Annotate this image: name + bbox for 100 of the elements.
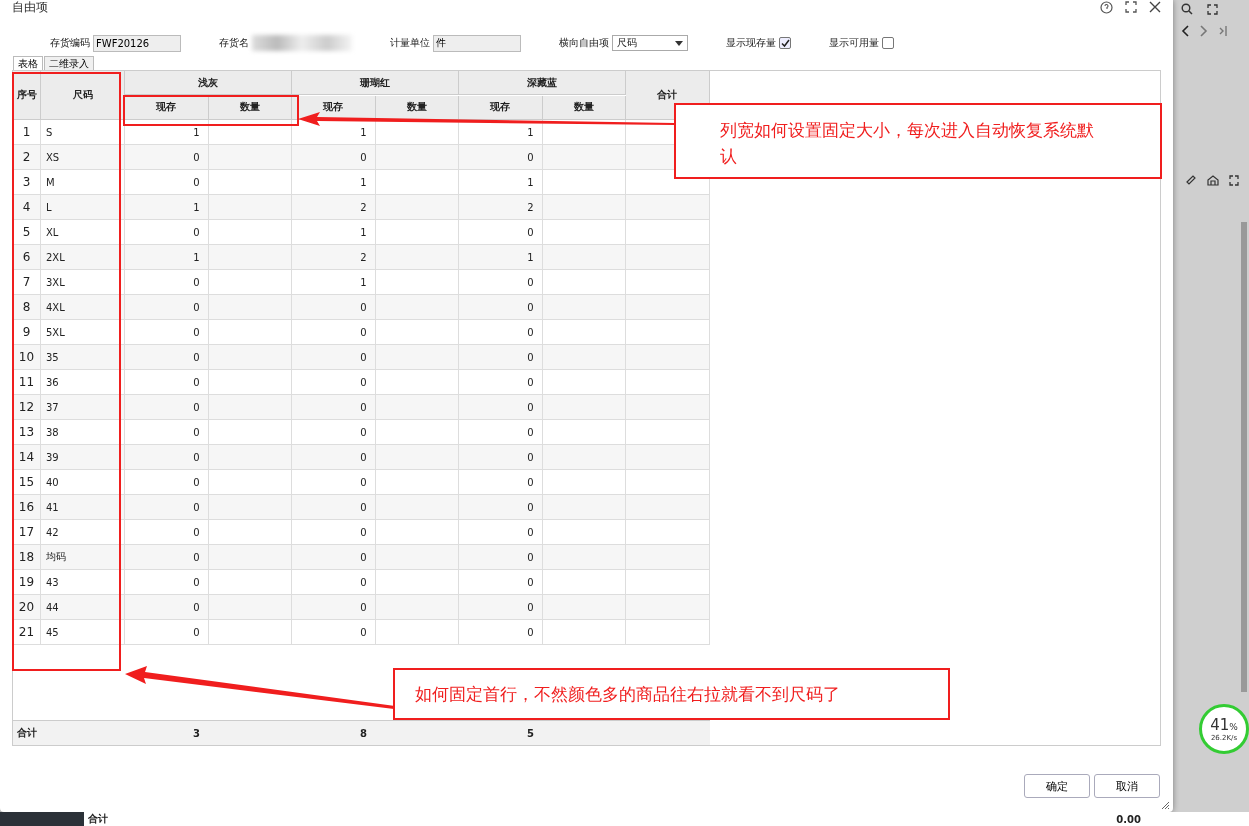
table-cell: XS bbox=[41, 145, 125, 170]
table-cell: 0 bbox=[125, 345, 209, 370]
table-cell: 0 bbox=[459, 595, 543, 620]
table-cell: 0 bbox=[292, 345, 376, 370]
dropdown[interactable]: 尺码 bbox=[612, 35, 688, 51]
field-label: 存货编码 bbox=[50, 36, 90, 50]
checkbox[interactable] bbox=[779, 37, 791, 49]
table-cell: 2 bbox=[292, 245, 376, 270]
table-cell: 41 bbox=[41, 495, 125, 520]
total-value: 3 bbox=[192, 726, 201, 741]
table-cell: 1 bbox=[125, 245, 209, 270]
tab[interactable]: 二维录入 bbox=[44, 56, 94, 70]
row-number: 14 bbox=[13, 445, 41, 470]
dialog-button[interactable]: 取消 bbox=[1094, 774, 1160, 798]
row-number: 6 bbox=[13, 245, 41, 270]
table-cell: 35 bbox=[41, 345, 125, 370]
forward-icon[interactable] bbox=[1200, 25, 1208, 37]
table-cell: 0 bbox=[125, 295, 209, 320]
table-cell: 0 bbox=[125, 145, 209, 170]
input-field[interactable]: FWF20126 bbox=[93, 34, 181, 52]
table-cell: 0 bbox=[292, 545, 376, 570]
row-number: 8 bbox=[13, 295, 41, 320]
column-header: 数量 bbox=[542, 95, 626, 120]
total-value: 5 bbox=[526, 726, 535, 741]
checkbox[interactable] bbox=[882, 37, 894, 49]
annotation-note: 如何固定首行，不然颜色多的商品往右拉就看不到尺码了 bbox=[393, 668, 950, 720]
window-title: 自由项 bbox=[12, 0, 48, 16]
help-icon[interactable] bbox=[1100, 0, 1113, 14]
fullscreen-icon[interactable] bbox=[1207, 3, 1218, 15]
table-cell: 0 bbox=[459, 295, 543, 320]
table-cell: L bbox=[41, 195, 125, 220]
table-cell: 0 bbox=[125, 395, 209, 420]
table-cell: 0 bbox=[292, 395, 376, 420]
table-cell: 37 bbox=[41, 395, 125, 420]
ruler-icon[interactable] bbox=[1185, 174, 1197, 186]
row-number: 4 bbox=[13, 195, 41, 220]
column-header: 数量 bbox=[375, 95, 459, 120]
column-header: 现存 bbox=[459, 95, 543, 120]
field-label: 显示现存量 bbox=[726, 36, 776, 50]
table-cell: 0 bbox=[459, 445, 543, 470]
row-number: 18 bbox=[13, 545, 41, 570]
table-cell: 4XL bbox=[41, 295, 125, 320]
total-label: 合计 bbox=[16, 726, 38, 740]
field-label: 显示可用量 bbox=[829, 36, 879, 50]
back-icon[interactable] bbox=[1181, 25, 1189, 37]
total-label: 合计 bbox=[88, 812, 108, 826]
table-cell: 0 bbox=[459, 620, 543, 645]
table-cell: 1 bbox=[459, 245, 543, 270]
fullscreen-icon[interactable] bbox=[1229, 174, 1239, 186]
table-cell: 2 bbox=[292, 195, 376, 220]
table-cell: 0 bbox=[292, 295, 376, 320]
table-cell: 0 bbox=[292, 495, 376, 520]
table-cell: 均码 bbox=[41, 545, 125, 570]
close-icon[interactable] bbox=[1149, 1, 1161, 13]
table-cell: 44 bbox=[41, 595, 125, 620]
table-cell: 0 bbox=[292, 595, 376, 620]
row-number: 21 bbox=[13, 620, 41, 645]
column-header: 现存 bbox=[292, 95, 376, 120]
column-header: 浅灰 bbox=[125, 71, 292, 95]
table-cell: 0 bbox=[459, 545, 543, 570]
row-number: 10 bbox=[13, 345, 41, 370]
resize-grip-icon[interactable] bbox=[1161, 801, 1170, 810]
row-number: 12 bbox=[13, 395, 41, 420]
table-cell: 0 bbox=[459, 495, 543, 520]
field-label: 计量单位 bbox=[390, 36, 430, 50]
table-cell: 0 bbox=[292, 445, 376, 470]
table-cell: 0 bbox=[125, 545, 209, 570]
table-cell: 45 bbox=[41, 620, 125, 645]
table-cell: 39 bbox=[41, 445, 125, 470]
table-cell: 2 bbox=[459, 195, 543, 220]
table-cell: 0 bbox=[125, 445, 209, 470]
tab[interactable]: 表格 bbox=[13, 56, 43, 70]
annotation-note: 列宽如何设置固定大小，每次进入自动恢复系统默认 bbox=[674, 103, 1162, 179]
column-header: 深藏蓝 bbox=[459, 71, 626, 95]
row-number: 2 bbox=[13, 145, 41, 170]
column-header: 尺码 bbox=[41, 71, 125, 120]
column-header: 珊瑚红 bbox=[292, 71, 459, 95]
table-cell: 0 bbox=[125, 495, 209, 520]
percent-text: 41% bbox=[1210, 716, 1238, 734]
maximize-icon[interactable] bbox=[1125, 1, 1137, 13]
caret-icon bbox=[675, 40, 683, 46]
table-cell: 0 bbox=[459, 345, 543, 370]
last-page-icon[interactable] bbox=[1219, 25, 1228, 37]
home-icon[interactable] bbox=[1207, 174, 1219, 186]
total-value: 8 bbox=[359, 726, 368, 741]
table-cell: 0 bbox=[125, 620, 209, 645]
table-cell: 0 bbox=[292, 145, 376, 170]
table-cell: 0 bbox=[459, 395, 543, 420]
table-cell: 2XL bbox=[41, 245, 125, 270]
row-number: 16 bbox=[13, 495, 41, 520]
search-icon[interactable] bbox=[1181, 3, 1193, 15]
table-cell: 1 bbox=[125, 195, 209, 220]
row-number: 20 bbox=[13, 595, 41, 620]
dialog-button[interactable]: 确定 bbox=[1024, 774, 1090, 798]
table-cell: 0 bbox=[292, 620, 376, 645]
table-cell: 0 bbox=[125, 595, 209, 620]
input-field[interactable]: 件 bbox=[433, 34, 521, 52]
column-header: 现存 bbox=[125, 95, 209, 120]
table-cell: 0 bbox=[459, 145, 543, 170]
total-value: 0.00 bbox=[1116, 813, 1141, 825]
